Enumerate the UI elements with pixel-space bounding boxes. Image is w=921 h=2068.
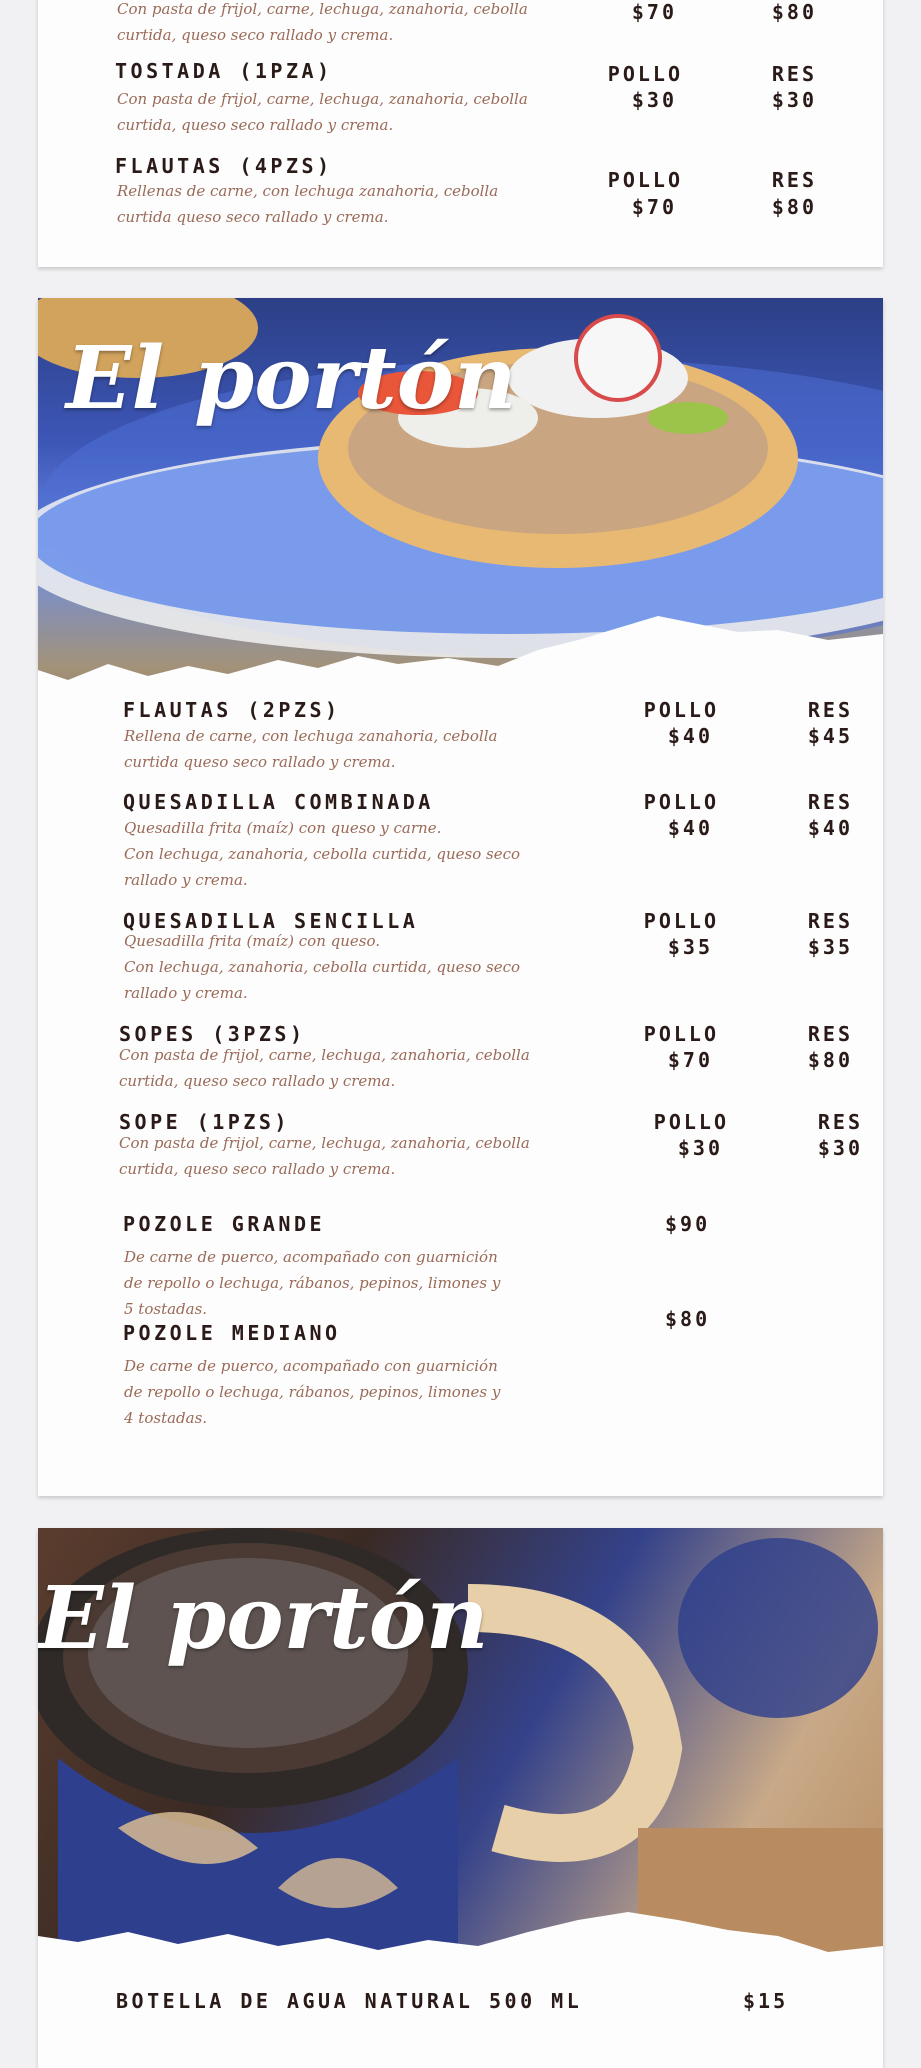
menu-item: POZOLE GRANDE De carne de puerco, acompa…: [38, 1212, 883, 1318]
menu-card-antojitos: El portón FLAUTAS (2PZS) Rellena de carn…: [38, 298, 883, 1496]
price-pollo: $40: [667, 724, 713, 748]
item-description: De carne de puerco, acompañado con guarn…: [124, 1248, 501, 1318]
price: $80: [665, 1307, 711, 1331]
item-name: BOTELLA DE AGUA NATURAL 500 ML: [116, 1989, 583, 2013]
menu-item: Con pasta de frijol, carne, lechuga, zan…: [38, 0, 883, 44]
price-label-res: RES: [807, 698, 853, 722]
price-res: $35: [807, 935, 853, 959]
price-pollo: $30: [677, 1136, 723, 1160]
item-description: Con pasta de frijol, carne, lechuga, zan…: [119, 1046, 530, 1090]
item-name: TOSTADA (1PZA): [115, 59, 333, 83]
price-label-pollo: POLLO: [653, 1110, 729, 1134]
item-description: De carne de puerco, acompañado con guarn…: [124, 1357, 501, 1427]
price-label-res: RES: [771, 168, 817, 192]
price-label-res: RES: [771, 62, 817, 86]
menu-card-bebidas: El portón BOTELLA DE AGUA NATURAL 500 ML…: [38, 1528, 883, 2068]
price-label-res: RES: [817, 1110, 863, 1134]
price-pollo: $40: [667, 816, 713, 840]
price-res: $45: [807, 724, 853, 748]
price-pollo: $30: [631, 88, 677, 112]
menu-item: QUESADILLA SENCILLA Quesadilla frita (ma…: [38, 909, 883, 1002]
price-pollo: $35: [667, 935, 713, 959]
price-label-pollo: POLLO: [643, 1022, 719, 1046]
menu-item: POZOLE MEDIANO De carne de puerco, acomp…: [38, 1307, 883, 1427]
item-name: FLAUTAS (4PZS): [115, 154, 333, 178]
brand-logo: El portón: [38, 1568, 489, 1669]
item-description: Quesadilla frita (maíz) con queso y carn…: [124, 819, 520, 889]
menu-item: SOPE (1PZS) Con pasta de frijol, carne, …: [38, 1110, 883, 1178]
price-label-pollo: POLLO: [607, 168, 683, 192]
price-pollo: $70: [631, 195, 677, 219]
price: $90: [665, 1212, 711, 1236]
price-res: $40: [807, 816, 853, 840]
price-label-pollo: POLLO: [643, 790, 719, 814]
price-res: $80: [771, 195, 817, 219]
item-name: POZOLE GRANDE: [123, 1212, 326, 1236]
price-label-pollo: POLLO: [607, 62, 683, 86]
menu-card-top: Con pasta de frijol, carne, lechuga, zan…: [38, 0, 883, 267]
item-description: Rellena de carne, con lechuga zanahoria,…: [124, 727, 498, 771]
item-name: POZOLE MEDIANO: [123, 1321, 341, 1345]
menu-item: QUESADILLA COMBINADA Quesadilla frita (m…: [38, 790, 883, 889]
price-res: $30: [817, 1136, 863, 1160]
menu-item: FLAUTAS (4PZS) Rellenas de carne, con le…: [38, 154, 883, 226]
price-res: $30: [771, 88, 817, 112]
price-label-res: RES: [807, 909, 853, 933]
item-description: Con pasta de frijol, carne, lechuga, zan…: [117, 90, 528, 134]
item-name: QUESADILLA COMBINADA: [123, 790, 434, 814]
menu-item: FLAUTAS (2PZS) Rellena de carne, con lec…: [38, 698, 883, 771]
price-label-res: RES: [807, 790, 853, 814]
item-description: Quesadilla frita (maíz) con queso. Con l…: [124, 932, 520, 1002]
item-description: Con pasta de frijol, carne, lechuga, zan…: [117, 0, 528, 44]
price: $15: [743, 1989, 789, 2013]
brand-logo: El portón: [66, 328, 517, 429]
menu-item: SOPES (3PZS) Con pasta de frijol, carne,…: [38, 1022, 883, 1090]
menu-item: BOTELLA DE AGUA NATURAL 500 ML $15: [38, 1989, 883, 2013]
price-label-res: RES: [807, 1022, 853, 1046]
price-res: $80: [771, 0, 817, 24]
price-pollo: $70: [631, 0, 677, 24]
item-name: FLAUTAS (2PZS): [123, 698, 341, 722]
menu-item: TOSTADA (1PZA) Con pasta de frijol, carn…: [38, 59, 883, 134]
price-pollo: $70: [667, 1048, 713, 1072]
item-description: Rellenas de carne, con lechuga zanahoria…: [117, 182, 499, 226]
item-description: Con pasta de frijol, carne, lechuga, zan…: [119, 1134, 530, 1178]
price-res: $80: [807, 1048, 853, 1072]
price-label-pollo: POLLO: [643, 698, 719, 722]
price-label-pollo: POLLO: [643, 909, 719, 933]
